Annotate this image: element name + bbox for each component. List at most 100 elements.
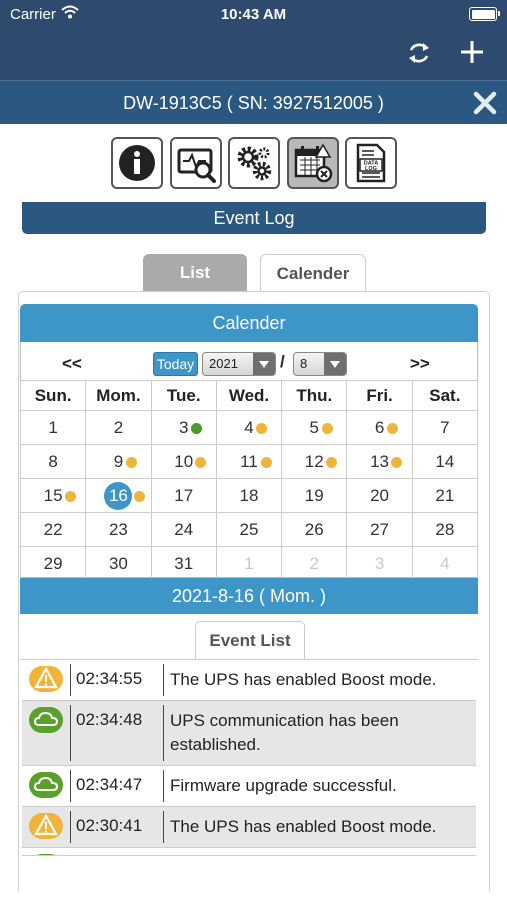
tab-calendar[interactable]: Calender xyxy=(260,254,366,292)
calendar-day[interactable]: 8 xyxy=(19,444,87,479)
day-number: 25 xyxy=(240,520,259,540)
month-select[interactable]: 8 xyxy=(293,352,347,376)
day-label: 8 xyxy=(48,451,58,471)
calendar-day[interactable]: 11 xyxy=(215,444,283,479)
cloud-icon xyxy=(22,701,70,765)
calendar-day[interactable]: 13 xyxy=(346,444,413,479)
info-button[interactable] xyxy=(111,137,163,189)
weekday-label: Sun. xyxy=(19,380,87,411)
monitor-icon xyxy=(177,148,216,183)
day-label: 3 xyxy=(374,553,385,573)
prev-month-button[interactable]: << xyxy=(62,354,82,374)
calendar-day[interactable]: 12 xyxy=(281,444,348,479)
event-list: 02:34:55 The UPS has enabled Boost mode. 0… xyxy=(22,660,476,856)
calendar-day[interactable]: 30 xyxy=(85,546,152,581)
status-bar: Carrier 10:43 AM xyxy=(0,0,507,30)
cloud-icon xyxy=(22,766,70,806)
calendar-day[interactable]: 18 xyxy=(215,478,283,513)
calendar-day[interactable]: 31 xyxy=(150,546,217,581)
calendar-day[interactable]: 10 xyxy=(150,444,217,479)
settings-button[interactable] xyxy=(228,137,280,189)
device-title: DW-1913C5 ( SN: 3927512005 ) xyxy=(123,93,384,113)
calendar-day[interactable]: 2 xyxy=(85,410,152,445)
event-dot-yellow xyxy=(321,422,333,434)
top-nav-bar: Carrier 10:43 AM xyxy=(0,0,507,80)
event-dot-green xyxy=(190,422,202,434)
divider xyxy=(163,811,164,843)
calendar-day[interactable]: 19 xyxy=(281,478,348,513)
day-number: 14 xyxy=(435,452,454,472)
day-number: 21 xyxy=(435,486,454,506)
calendar-week: 8 9 10 11 12 13 14 xyxy=(19,444,479,479)
event-row[interactable]: 02:30:41 The UPS has enabled Boost mode. xyxy=(22,807,476,848)
calendar-day[interactable]: 25 xyxy=(215,512,283,547)
day-number: 28 xyxy=(435,520,454,540)
calendar-day[interactable]: 2 xyxy=(281,546,348,581)
year-select[interactable]: 2021 xyxy=(202,352,276,376)
day-number: 3 xyxy=(375,554,384,574)
event-dot-yellow xyxy=(256,422,268,434)
day-label: 7 xyxy=(440,417,450,437)
event-row[interactable]: 02:34:55 The UPS has enabled Boost mode. xyxy=(22,660,476,701)
calendar-day[interactable]: 4 xyxy=(411,546,479,581)
event-row[interactable] xyxy=(22,848,476,856)
weekday-label: Wed. xyxy=(215,380,283,411)
day-label: 12 xyxy=(304,451,324,471)
refresh-icon[interactable] xyxy=(404,38,434,68)
calendar-day[interactable]: 15 xyxy=(19,478,87,513)
close-icon[interactable] xyxy=(471,89,499,117)
calendar-week: 1 2 3 4 5 6 7 xyxy=(19,410,479,445)
calendar-day[interactable]: 5 xyxy=(281,410,348,445)
data-log-icon: DATA LOG xyxy=(356,143,386,183)
tab-event-list[interactable]: Event List xyxy=(195,621,305,659)
day-number: 8 xyxy=(48,452,57,472)
day-number: 27 xyxy=(370,520,389,540)
day-label: 26 xyxy=(304,519,324,539)
day-label: 21 xyxy=(435,485,455,505)
calendar-day[interactable]: 24 xyxy=(150,512,217,547)
calendar-day[interactable]: 9 xyxy=(85,444,152,479)
day-label: 18 xyxy=(239,485,259,505)
calendar-day[interactable]: 20 xyxy=(346,478,413,513)
calendar-day[interactable]: 17 xyxy=(150,478,217,513)
info-icon xyxy=(119,145,155,181)
event-dot-yellow xyxy=(134,490,146,502)
chevron-down-icon xyxy=(253,353,275,375)
calendar-day[interactable]: 22 xyxy=(19,512,87,547)
calendar-day[interactable]: 27 xyxy=(346,512,413,547)
today-button[interactable]: Today xyxy=(153,352,198,376)
next-month-button[interactable]: >> xyxy=(410,354,430,374)
event-row[interactable]: 02:34:47 Firmware upgrade successful. xyxy=(22,766,476,807)
day-number: 3 xyxy=(179,418,202,438)
battery-icon xyxy=(469,7,500,21)
calendar-day[interactable]: 21 xyxy=(411,478,479,513)
add-icon[interactable] xyxy=(456,36,488,68)
calendar-day[interactable]: 6 xyxy=(346,410,413,445)
day-number: 29 xyxy=(44,554,63,574)
calendar-day[interactable]: 3 xyxy=(150,410,217,445)
event-log-button[interactable] xyxy=(287,137,339,189)
day-label: 24 xyxy=(174,519,194,539)
calendar-day[interactable]: 1 xyxy=(19,410,87,445)
calendar-week: 22 23 24 25 26 27 28 xyxy=(19,512,479,547)
calendar-day[interactable]: 29 xyxy=(19,546,87,581)
calendar-day[interactable]: 14 xyxy=(411,444,479,479)
warning-icon xyxy=(22,660,70,700)
calendar-day[interactable]: 7 xyxy=(411,410,479,445)
event-row[interactable]: 02:34:48 UPS communication has been estab… xyxy=(22,701,476,766)
calendar-day[interactable]: 1 xyxy=(215,546,283,581)
calendar-day[interactable]: 3 xyxy=(346,546,413,581)
calendar-day[interactable]: 23 xyxy=(85,512,152,547)
tab-list[interactable]: List xyxy=(143,254,247,292)
date-separator: / xyxy=(280,352,285,371)
calendar-day[interactable]: 26 xyxy=(281,512,348,547)
calendar-day[interactable]: 16 xyxy=(85,478,152,513)
data-log-button[interactable]: DATA LOG xyxy=(345,137,397,189)
monitor-button[interactable] xyxy=(170,137,222,189)
calendar-day[interactable]: 28 xyxy=(411,512,479,547)
event-time: 02:34:55 xyxy=(76,669,143,688)
svg-text:LOG: LOG xyxy=(365,166,377,172)
day-label: 31 xyxy=(174,553,194,573)
calendar-day[interactable]: 4 xyxy=(215,410,283,445)
day-number: 7 xyxy=(440,418,449,438)
